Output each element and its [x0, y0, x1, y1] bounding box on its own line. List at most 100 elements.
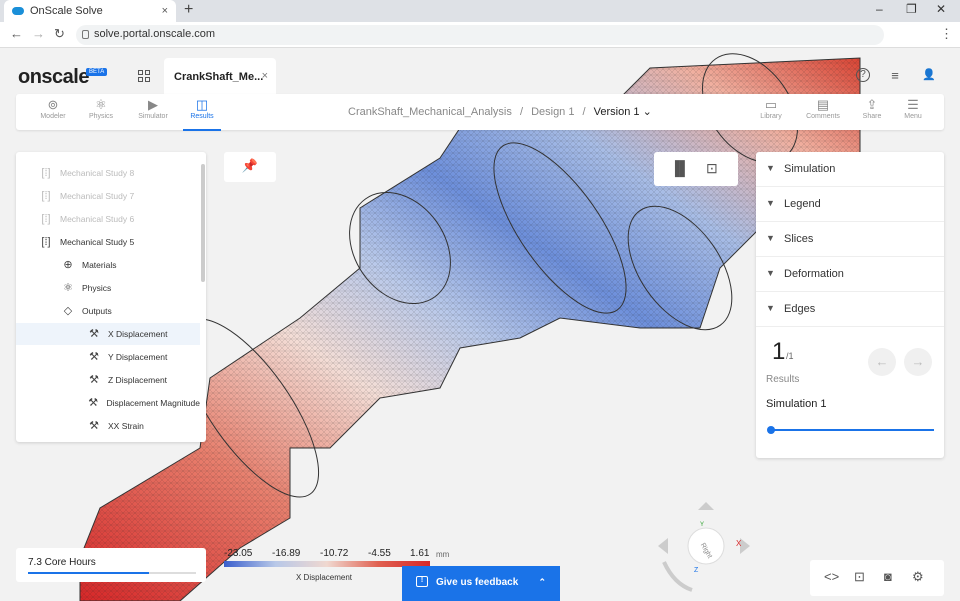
rotate-left-arrow-icon — [658, 538, 668, 554]
settings-sliders-icon[interactable]: ≡ — [888, 68, 902, 83]
bottom-view-tools: <> ⊡ ◙ ⚙ — [810, 560, 944, 596]
forward-icon[interactable]: → — [32, 26, 45, 41]
section-label: Slices — [784, 233, 814, 245]
back-icon[interactable]: ← — [10, 26, 23, 41]
chart-icon[interactable]: ▐▌ — [670, 160, 690, 176]
section-slices[interactable]: ▼ Slices — [756, 222, 944, 257]
chevron-down-icon: ▼ — [766, 233, 775, 243]
beta-badge: BETA — [86, 68, 108, 76]
tree-item-y-displacement[interactable]: ⚒ Y Displacement — [16, 346, 200, 368]
tree-item-outputs[interactable]: ◇ Outputs — [16, 300, 200, 322]
comments-button[interactable]: ▤ Comments — [800, 97, 846, 120]
tree-item-xx-strain[interactable]: ⚒ XX Strain — [16, 415, 200, 437]
slider-knob[interactable] — [767, 426, 775, 434]
feedback-icon: ! — [416, 576, 428, 587]
tree-item-label: X Displacement — [108, 329, 168, 339]
browser-tab-title: OnScale Solve — [30, 5, 103, 17]
browser-menu-icon[interactable]: ⋮ — [940, 26, 953, 42]
wrench-icon: ⚒ — [89, 374, 99, 386]
window-close-icon[interactable]: ✕ — [936, 2, 946, 16]
physics-button[interactable]: ⚛ Physics — [78, 97, 124, 120]
wrench-icon: ⚒ — [89, 420, 99, 432]
section-simulation[interactable]: ▼ Simulation — [756, 152, 944, 187]
navigation-cube[interactable]: Right X Y Z — [656, 500, 756, 600]
orbit-arrow-icon — [662, 561, 693, 592]
share-button[interactable]: ⇪ Share — [849, 97, 895, 120]
close-tab-icon[interactable]: × — [162, 5, 168, 17]
section-label: Legend — [784, 198, 821, 210]
url-field[interactable]: solve.portal.onscale.com — [76, 25, 884, 45]
outputs-icon: ◇ — [63, 305, 73, 317]
result-total: /1 — [786, 351, 794, 361]
close-file-tab-icon[interactable]: × — [262, 70, 268, 82]
tree-item-study-5[interactable]: [⁞] Mechanical Study 5 — [16, 231, 200, 253]
breadcrumb-separator: / — [582, 106, 586, 118]
lock-icon — [82, 30, 89, 39]
file-tab[interactable]: CrankShaft_Me... × — [164, 58, 276, 96]
results-icon: ◫ — [195, 97, 209, 112]
section-deformation[interactable]: ▼ Deformation — [756, 257, 944, 292]
apps-grid-icon[interactable] — [138, 70, 150, 82]
maximize-icon[interactable]: ❐ — [906, 2, 917, 16]
section-legend[interactable]: ▼ Legend — [756, 187, 944, 222]
camera-icon[interactable]: ◙ — [884, 569, 892, 584]
gear-icon[interactable]: ⚙ — [912, 569, 924, 585]
library-button[interactable]: ▭ Library — [748, 97, 794, 120]
modeler-button[interactable]: ⊚ Modeler — [30, 97, 76, 120]
feedback-button[interactable]: ! Give us feedback ⌃ — [402, 566, 560, 601]
tree-item-x-displacement[interactable]: ⚒ X Displacement — [16, 323, 200, 345]
library-icon: ▭ — [764, 97, 778, 112]
version-dropdown[interactable]: Version 1 ⌄ — [594, 106, 652, 118]
core-hours-label: 7.3 Core Hours — [28, 557, 96, 568]
tree-item-label: Mechanical Study 7 — [60, 191, 135, 201]
breadcrumb: CrankShaft_Mechanical_Analysis / Design … — [348, 105, 652, 118]
fit-view-icon[interactable]: ⊡ — [706, 160, 718, 177]
code-icon[interactable]: <> — [824, 569, 839, 584]
legend-gradient-bar — [224, 561, 430, 567]
view-tools: ▐▌ ⊡ — [654, 152, 738, 186]
study-icon: [⁞] — [41, 167, 51, 179]
pin-button[interactable]: 📌 — [224, 152, 276, 182]
tree-item-displacement-magnitude[interactable]: ⚒ Displacement Magnitude — [16, 392, 200, 414]
tree-item-label: Physics — [82, 283, 112, 293]
menu-button[interactable]: ☰ Menu — [890, 97, 936, 120]
comments-label: Comments — [806, 113, 840, 120]
tree-item-z-displacement[interactable]: ⚒ Z Displacement — [16, 369, 200, 391]
next-result-button[interactable]: → — [904, 348, 932, 376]
wrench-icon: ⚒ — [89, 351, 99, 363]
legend-tick: 1.61 — [410, 548, 430, 559]
result-slider[interactable] — [767, 426, 934, 434]
browser-tab[interactable]: OnScale Solve × — [4, 0, 176, 22]
tree-item-materials[interactable]: ⊕ Materials — [16, 254, 200, 276]
study-icon: [⁞] — [41, 190, 51, 202]
menu-label: Menu — [904, 113, 922, 120]
share-icon: ⇪ — [866, 97, 878, 112]
chevron-down-icon: ▼ — [766, 198, 775, 208]
simulator-button[interactable]: ▶ Simulator — [130, 97, 176, 120]
y-axis-label: Y — [700, 522, 704, 528]
minimize-icon[interactable]: – — [876, 2, 883, 16]
results-settings-panel: ▼ Simulation ▼ Legend ▼ Slices ▼ Deformation… — [756, 152, 944, 458]
section-edges[interactable]: ▼ Edges — [756, 292, 944, 327]
focus-icon[interactable]: ⊡ — [854, 569, 865, 585]
tree-item-label: Mechanical Study 8 — [60, 168, 135, 178]
reload-icon[interactable]: ↻ — [54, 26, 65, 42]
legend-tick: -4.55 — [368, 548, 391, 559]
tree-item-study-8[interactable]: [⁞] Mechanical Study 8 — [16, 162, 200, 184]
breadcrumb-project[interactable]: CrankShaft_Mechanical_Analysis — [348, 106, 512, 118]
user-icon[interactable]: 👤 — [922, 68, 936, 82]
z-axis-label: Z — [694, 567, 699, 574]
tree-item-study-7[interactable]: [⁞] Mechanical Study 7 — [16, 185, 200, 207]
previous-result-button[interactable]: ← — [868, 348, 896, 376]
simulation-name: Simulation 1 — [766, 398, 827, 410]
wrench-icon: ⚒ — [88, 397, 99, 409]
tree-item-physics[interactable]: ⚛ Physics — [16, 277, 200, 299]
breadcrumb-design[interactable]: Design 1 — [531, 106, 574, 118]
physics-label: Physics — [88, 113, 114, 120]
results-button[interactable]: ◫ Results — [179, 97, 225, 131]
tree-item-study-6[interactable]: [⁞] Mechanical Study 6 — [16, 208, 200, 230]
new-tab-icon[interactable]: + — [184, 1, 193, 19]
help-icon[interactable]: ? — [856, 68, 870, 82]
tree-scrollbar[interactable] — [201, 164, 205, 282]
tree-item-label: Mechanical Study 5 — [60, 237, 135, 247]
